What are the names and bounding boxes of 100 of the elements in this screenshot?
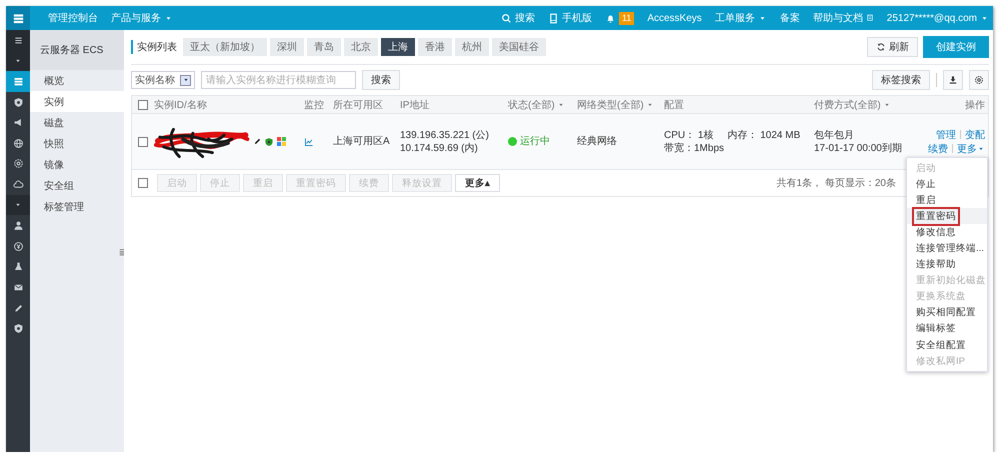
- chart-icon[interactable]: [304, 136, 314, 146]
- globe-icon: [12, 138, 24, 149]
- search-link[interactable]: 搜索: [500, 11, 535, 25]
- cloud-icon: [12, 178, 24, 190]
- tag-search-button[interactable]: 标签搜索: [872, 70, 930, 90]
- checkbox[interactable]: [138, 178, 148, 188]
- handle-icon[interactable]: [118, 248, 126, 256]
- action-link[interactable]: 更多: [957, 142, 985, 156]
- server-icon: [12, 12, 24, 24]
- sidebar-item[interactable]: 快照: [30, 133, 124, 154]
- table-cell-text: 17-01-17 00:00到期: [814, 142, 903, 154]
- checkbox[interactable]: [138, 136, 148, 146]
- sidebar-item[interactable]: 实例: [30, 91, 124, 112]
- document-icon: [866, 14, 874, 22]
- column-header: 监控: [304, 98, 325, 112]
- region-tab[interactable]: 上海: [381, 38, 415, 56]
- docs-link[interactable]: 帮助与文档: [812, 11, 874, 25]
- column-header: 付费方式(全部): [814, 98, 924, 112]
- search-button[interactable]: 搜索: [362, 70, 400, 90]
- section-title: 实例列表: [131, 40, 177, 54]
- sidebar-item[interactable]: 标签管理: [30, 196, 124, 217]
- column-header: 所在可用区: [333, 98, 384, 112]
- download-icon: [948, 75, 958, 85]
- nav-menu[interactable]: 工单服务: [714, 11, 767, 25]
- search-icon: [500, 12, 512, 24]
- region-tab[interactable]: 美国硅谷: [492, 38, 546, 56]
- bell-icon[interactable]: [604, 12, 616, 24]
- menu-item[interactable]: 修改信息: [907, 224, 987, 240]
- table-cell-text: 10.174.59.69 (内): [400, 142, 479, 154]
- action-link[interactable]: 管理: [936, 128, 956, 142]
- column-header: 实例ID/名称: [154, 98, 208, 112]
- settings-button[interactable]: [969, 70, 989, 90]
- column-header: 操作: [964, 98, 986, 112]
- region-tab[interactable]: 杭州: [455, 38, 489, 56]
- gear-icon: [12, 158, 24, 170]
- phone-icon: [548, 12, 559, 24]
- sidebar-item[interactable]: 镜像: [30, 154, 124, 175]
- field-select[interactable]: 实例名称: [131, 71, 195, 89]
- table-cell: 内存： 1024 MB: [727, 128, 800, 142]
- logo-icon[interactable]: [6, 6, 30, 30]
- pencil-icon: [12, 302, 24, 314]
- table-cell-text: 经典网络: [577, 135, 618, 148]
- pencil-icon[interactable]: [253, 137, 262, 146]
- column-header: 网络类型(全部): [577, 98, 664, 112]
- sidebar-item[interactable]: 概览: [30, 70, 124, 91]
- rail-button[interactable]: [6, 50, 30, 72]
- region-tab[interactable]: 香港: [418, 38, 452, 56]
- mobile-link[interactable]: 手机版: [548, 11, 592, 25]
- nav-link[interactable]: 备案: [780, 11, 800, 25]
- bulk-action-button[interactable]: 更多▴: [455, 174, 500, 192]
- status-dot: [508, 137, 517, 146]
- products-menu[interactable]: 产品与服务: [111, 11, 173, 25]
- checkbox[interactable]: [138, 100, 148, 110]
- menu-item[interactable]: 编辑标签: [907, 320, 987, 338]
- region-tab[interactable]: 青岛: [307, 38, 341, 56]
- server-icon: [12, 76, 24, 87]
- shield-icon: [12, 96, 24, 108]
- column-header: IP地址: [400, 98, 430, 112]
- download-button[interactable]: [943, 70, 963, 90]
- menu-item[interactable]: 重置密码: [907, 208, 987, 224]
- table-cell-text: 包年包月: [814, 128, 855, 142]
- pagination-summary: 共有1条， 每页显示：20条: [776, 176, 896, 190]
- shield-icon: [12, 323, 24, 334]
- menu-item[interactable]: 安全组配置: [907, 337, 987, 354]
- table-cell: 带宽：1Mbps: [664, 142, 724, 154]
- table-cell: CPU： 1核: [664, 128, 714, 142]
- menu-item[interactable]: 连接管理终端...: [907, 240, 987, 257]
- nav-link[interactable]: AccessKeys: [647, 12, 702, 24]
- table-cell-text: 上海可用区A: [333, 135, 391, 148]
- region-tab[interactable]: 深圳: [270, 38, 304, 56]
- yen-icon: [12, 240, 24, 252]
- nav-menu[interactable]: 25127*****@qq.com: [886, 12, 989, 24]
- action-link[interactable]: 变配: [965, 128, 985, 142]
- action-link[interactable]: 续费: [928, 142, 948, 156]
- create-button[interactable]: 创建实例: [923, 36, 989, 58]
- caret-icon: [182, 76, 190, 84]
- column-header: 配置: [664, 98, 685, 112]
- table-cell-text: 139.196.35.221 (公): [400, 128, 490, 142]
- user-icon: [12, 220, 24, 232]
- menu-item[interactable]: 连接帮助: [907, 256, 987, 273]
- notification-badge: 11: [618, 12, 634, 24]
- console-link[interactable]: 管理控制台: [48, 11, 98, 25]
- menu-item[interactable]: 停止: [907, 176, 987, 192]
- region-tab[interactable]: 北京: [344, 38, 378, 56]
- megaphone-icon: [12, 117, 24, 128]
- sidebar-item[interactable]: 磁盘: [30, 112, 124, 133]
- shield-icon: [264, 136, 274, 146]
- rail-button[interactable]: [6, 30, 30, 51]
- menu-item[interactable]: 购买相同配置: [907, 304, 987, 321]
- menu-item[interactable]: 重启: [907, 192, 987, 208]
- region-tab[interactable]: 亚太（新加坡）: [183, 38, 267, 56]
- menu-icon: [12, 34, 24, 46]
- grid-squares-icon: [277, 137, 286, 146]
- refresh-button[interactable]: 刷新: [867, 37, 918, 57]
- flask-icon: [12, 261, 24, 272]
- search-field[interactable]: 请输入实例名称进行模糊查询: [201, 71, 356, 89]
- mail-icon: [12, 282, 24, 293]
- status-text: 运行中: [520, 135, 550, 148]
- sidebar-item[interactable]: 安全组: [30, 175, 124, 196]
- column-header: 状态(全部): [508, 98, 577, 112]
